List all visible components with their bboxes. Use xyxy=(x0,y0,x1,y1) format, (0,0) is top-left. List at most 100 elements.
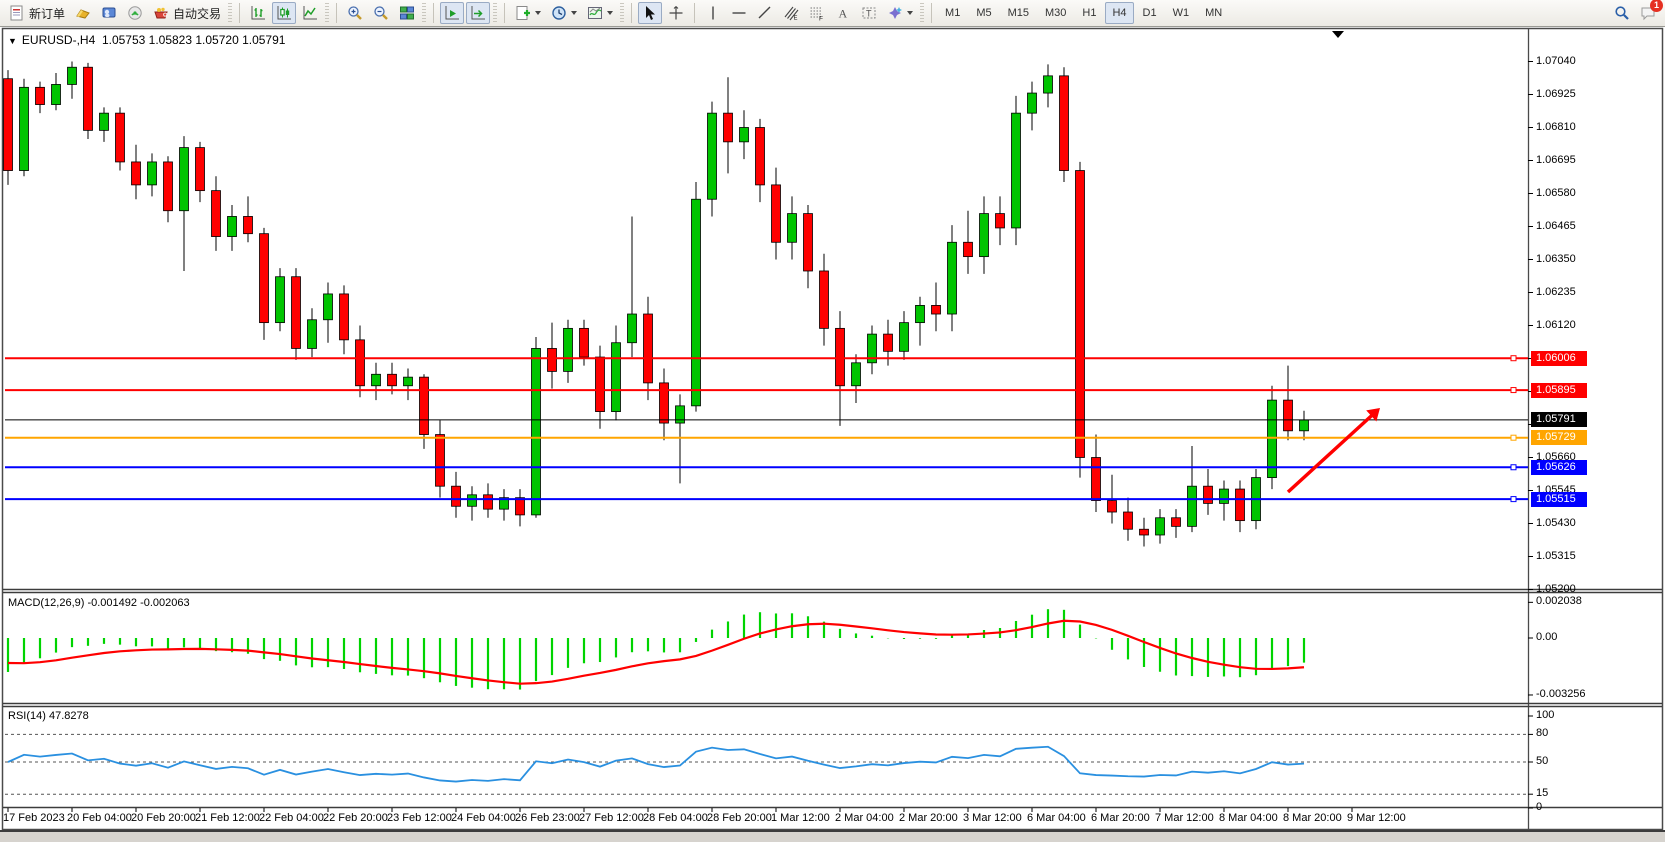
timeframe-d1-button[interactable]: D1 xyxy=(1136,2,1164,24)
price-tick-label: 1.06350 xyxy=(1536,253,1576,265)
chart-canvas[interactable] xyxy=(0,0,1665,842)
line-handle[interactable] xyxy=(1511,465,1516,470)
main-toolbar: 新订单 xyxy=(0,0,1665,27)
candle-up xyxy=(1044,76,1053,93)
fibonacci-button[interactable]: F xyxy=(805,2,829,24)
candle-up xyxy=(1220,489,1229,503)
new-order-button[interactable]: 新订单 xyxy=(5,2,69,24)
auto-scroll-button[interactable] xyxy=(440,2,464,24)
macd-indicator-label: MACD(12,26,9) -0.001492 -0.002063 xyxy=(8,597,190,609)
timeframe-m30-button[interactable]: M30 xyxy=(1038,2,1073,24)
timeframe-m15-button[interactable]: M15 xyxy=(1001,2,1036,24)
periods-clock-icon xyxy=(551,5,567,21)
price-tick-label: 1.05315 xyxy=(1536,550,1576,562)
candle-down xyxy=(820,271,829,328)
crosshair-button[interactable] xyxy=(664,2,688,24)
templates-icon xyxy=(587,5,603,21)
rsi-axis-label: 80 xyxy=(1536,727,1548,739)
rsi-axis-label: 100 xyxy=(1536,709,1554,721)
candle-up xyxy=(532,348,541,514)
rsi-axis-label: 50 xyxy=(1536,755,1548,767)
new-order-label: 新订单 xyxy=(29,5,65,22)
timeframe-w1-button[interactable]: W1 xyxy=(1166,2,1197,24)
timeframe-m1-button[interactable]: M1 xyxy=(938,2,967,24)
svg-text:F: F xyxy=(819,16,823,22)
time-axis-label: 6 Mar 20:00 xyxy=(1091,812,1150,824)
text-icon: A xyxy=(835,5,851,21)
candlestick-chart-button[interactable] xyxy=(272,2,296,24)
candle-up xyxy=(1300,420,1309,431)
text-button[interactable]: A xyxy=(831,2,855,24)
zoom-in-button[interactable] xyxy=(343,2,367,24)
candle-down xyxy=(244,216,253,233)
time-axis-label: 21 Feb 12:00 xyxy=(195,812,260,824)
candle-up xyxy=(1156,518,1165,535)
toolbar-separator xyxy=(239,3,240,23)
line-handle[interactable] xyxy=(1511,435,1516,440)
search-button[interactable] xyxy=(1610,2,1634,24)
candle-down xyxy=(1172,518,1181,527)
chart-shift-button[interactable] xyxy=(466,2,490,24)
arrows-button[interactable] xyxy=(883,2,917,24)
dropdown-caret xyxy=(607,11,613,15)
timeframe-mn-button[interactable]: MN xyxy=(1198,2,1229,24)
time-axis-label: 6 Mar 04:00 xyxy=(1027,812,1086,824)
line-chart-icon xyxy=(302,5,318,21)
price-level-badge[interactable]: 1.05626 xyxy=(1531,460,1587,475)
tile-windows-button[interactable] xyxy=(395,2,419,24)
text-label-button[interactable]: T xyxy=(857,2,881,24)
gold-history-button[interactable] xyxy=(71,2,95,24)
candle-down xyxy=(356,340,365,386)
equidistant-channel-button[interactable]: E xyxy=(779,2,803,24)
autotrading-button[interactable]: 自动交易 xyxy=(149,2,225,24)
candle-down xyxy=(884,334,893,351)
candle-down xyxy=(292,277,301,349)
search-icon xyxy=(1614,5,1630,21)
notifications-button[interactable]: 1 xyxy=(1636,2,1660,24)
candle-down xyxy=(644,314,653,383)
price-level-badge[interactable]: 1.05895 xyxy=(1531,383,1587,398)
cursor-button[interactable] xyxy=(638,2,662,24)
time-axis-label: 3 Mar 12:00 xyxy=(963,812,1022,824)
candle-down xyxy=(516,498,525,515)
toolbar-separator xyxy=(504,3,505,23)
candle-up xyxy=(276,277,285,323)
line-handle[interactable] xyxy=(1511,356,1516,361)
toolbar-separator xyxy=(433,3,434,23)
time-axis-label: 28 Feb 20:00 xyxy=(707,812,772,824)
price-level-badge[interactable]: 1.05515 xyxy=(1531,492,1587,507)
price-tick-label: 1.06465 xyxy=(1536,220,1576,232)
price-level-badge[interactable]: 1.06006 xyxy=(1531,351,1587,366)
trendline-button[interactable] xyxy=(753,2,777,24)
bars-chart-button[interactable] xyxy=(246,2,270,24)
zoom-out-button[interactable] xyxy=(369,2,393,24)
candle-down xyxy=(964,242,973,256)
signals-button[interactable] xyxy=(123,2,147,24)
timeframe-m5-button[interactable]: M5 xyxy=(969,2,998,24)
auto-scroll-icon xyxy=(444,5,460,21)
one-click-expand-icon[interactable]: ▼ xyxy=(8,36,17,46)
zoom-out-icon xyxy=(373,5,389,21)
time-axis-label: 17 Feb 2023 xyxy=(3,812,65,824)
time-axis-label: 27 Feb 12:00 xyxy=(579,812,644,824)
line-handle[interactable] xyxy=(1511,497,1516,502)
price-level-badge[interactable]: 1.05729 xyxy=(1531,430,1587,445)
horizontal-line-button[interactable] xyxy=(727,2,751,24)
vertical-line-button[interactable] xyxy=(701,2,725,24)
shift-marker-icon[interactable] xyxy=(1332,31,1344,38)
terminal-button[interactable] xyxy=(97,2,121,24)
templates-button[interactable] xyxy=(583,2,617,24)
candle-down xyxy=(36,87,45,104)
price-tick-label: 1.06235 xyxy=(1536,286,1576,298)
periods-button[interactable] xyxy=(547,2,581,24)
line-chart-button[interactable] xyxy=(298,2,322,24)
price-level-badge[interactable]: 1.05791 xyxy=(1531,412,1587,427)
timeframe-h4-button[interactable]: H4 xyxy=(1105,2,1133,24)
bars-chart-icon xyxy=(250,5,266,21)
line-handle[interactable] xyxy=(1511,388,1516,393)
new-chart-button[interactable] xyxy=(511,2,545,24)
svg-text:T: T xyxy=(866,9,872,19)
dropdown-caret xyxy=(907,11,913,15)
time-axis-label: 28 Feb 04:00 xyxy=(643,812,708,824)
timeframe-h1-button[interactable]: H1 xyxy=(1075,2,1103,24)
